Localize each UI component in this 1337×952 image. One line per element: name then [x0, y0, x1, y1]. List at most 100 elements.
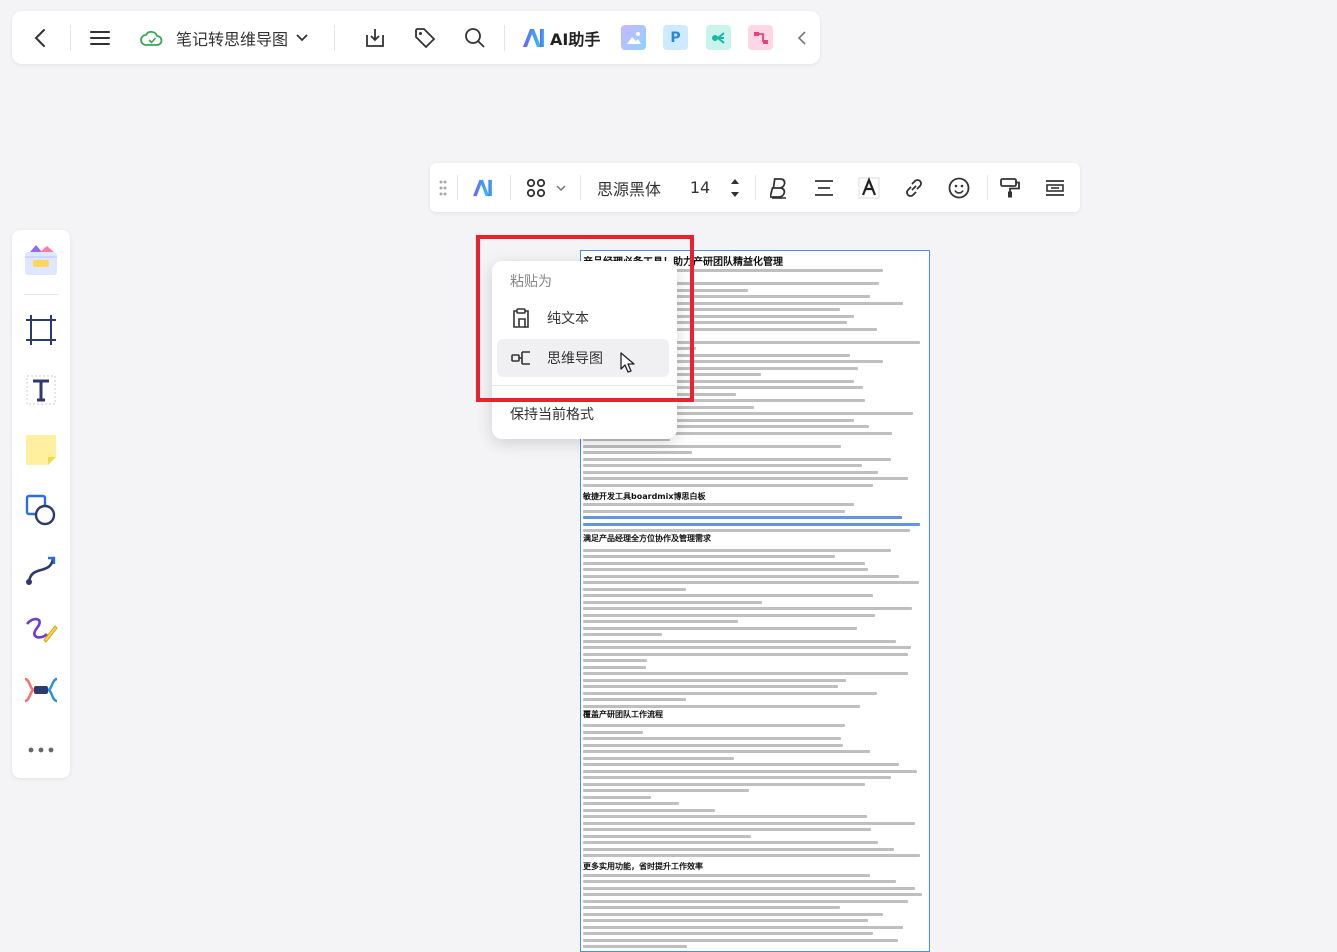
clipboard-icon [513, 308, 529, 328]
document-title-text: 笔记转思维导图 [176, 29, 289, 49]
menu-icon[interactable] [88, 11, 112, 64]
doc-text-line [583, 633, 662, 636]
doc-text-line [583, 763, 900, 766]
text-color-icon[interactable] [856, 163, 882, 212]
doc-text-line [583, 470, 878, 474]
doc-text-line [583, 730, 644, 734]
doc-text-line [583, 672, 908, 675]
templates-icon[interactable] [21, 240, 61, 280]
doc-text-line [583, 574, 900, 578]
doc-text-line [583, 737, 841, 740]
font-size-stepper-icon[interactable] [728, 163, 742, 212]
doc-text-line [583, 483, 873, 487]
emoji-icon[interactable] [946, 163, 972, 212]
shape-tool-icon[interactable] [21, 490, 61, 530]
more-tools-icon[interactable] [21, 730, 61, 770]
text-tool-icon[interactable] [21, 370, 61, 410]
doc-text-line [583, 821, 915, 825]
paste-plain-text-option[interactable]: 纯文本 [497, 299, 669, 337]
divider [580, 175, 581, 200]
ai-format-icon[interactable] [469, 163, 497, 212]
doc-text-line [583, 581, 920, 584]
collapse-chevron-icon[interactable] [794, 11, 810, 64]
paste-mindmap-option[interactable]: 思维导图 [497, 339, 669, 377]
layout-style-dropdown[interactable] [522, 163, 570, 212]
doc-text-line [583, 503, 855, 506]
doc-text-line [583, 555, 836, 558]
doc-text-line [583, 743, 843, 747]
doc-text-line [583, 808, 716, 812]
cloud-saved-icon [138, 11, 166, 64]
doc-text-line [583, 756, 734, 760]
doc-text-line [583, 724, 846, 727]
doc-text-line [583, 938, 898, 942]
font-family-select[interactable]: 思源黑体 [594, 163, 664, 212]
mouse-cursor-icon [620, 352, 635, 373]
doc-text-line [583, 906, 840, 909]
doc-text-line [583, 828, 871, 831]
doc-text-line [583, 685, 838, 688]
paste-plain-text-label: 纯文本 [547, 311, 589, 327]
doc-text-line [583, 919, 869, 922]
doc-text-line [583, 652, 908, 656]
doc-heading: 更多实用功能，省时提升工作效率 [583, 862, 703, 871]
ai-assistant-button[interactable]: AI助手 [522, 11, 600, 64]
doc-text-line [583, 880, 897, 883]
frame-tool-icon[interactable] [21, 310, 61, 350]
doc-text-line [583, 925, 904, 929]
doc-text-line [583, 769, 917, 773]
paste-as-header: 粘贴为 [510, 274, 552, 290]
doc-text-line [583, 802, 680, 805]
divider [492, 385, 677, 386]
doc-text-line [583, 782, 866, 786]
document-title[interactable]: 笔记转思维导图 [176, 11, 308, 64]
divider [510, 175, 511, 200]
doc-text-line [583, 912, 883, 916]
doc-text-line [583, 646, 912, 649]
doc-text-line [583, 561, 866, 565]
back-icon[interactable] [28, 11, 52, 64]
doc-text-line [583, 698, 686, 701]
doc-text-line [583, 548, 891, 552]
bold-icon[interactable] [766, 163, 792, 212]
connector-tool-icon[interactable] [21, 550, 61, 590]
divider [504, 25, 505, 51]
doc-text-line [583, 886, 916, 890]
doc-heading: 满足产品经理全方位协作及管理需求 [583, 534, 711, 543]
doc-text-line [583, 607, 912, 610]
more-format-icon[interactable] [1042, 163, 1068, 212]
doc-text-line [583, 639, 896, 643]
doc-text-line [583, 847, 894, 851]
mindmap-tool-icon[interactable] [21, 670, 61, 710]
tag-icon[interactable] [412, 11, 438, 64]
doc-text-line [583, 834, 751, 838]
align-center-icon[interactable] [811, 163, 837, 212]
mindmap-app-icon[interactable] [706, 25, 731, 50]
divider [24, 294, 58, 295]
drag-handle-icon[interactable] [436, 163, 450, 212]
top-toolbar: 笔记转思维导图 AI助手 P [12, 11, 820, 64]
doc-text-line [583, 600, 762, 604]
doc-text-line [583, 945, 688, 948]
doc-text-line [583, 678, 847, 682]
doc-text-line [583, 750, 871, 753]
pen-tool-icon[interactable] [21, 610, 61, 650]
presentation-app-icon[interactable]: P [663, 25, 688, 50]
keep-format-option[interactable]: 保持当前格式 [510, 404, 594, 424]
doc-text-line [583, 587, 687, 591]
font-size-value[interactable]: 14 [688, 163, 712, 212]
paste-mindmap-label: 思维导图 [547, 351, 603, 367]
download-icon[interactable] [362, 11, 388, 64]
format-painter-icon[interactable] [997, 163, 1023, 212]
doc-text-line [583, 854, 921, 857]
link-icon[interactable] [901, 163, 927, 212]
sticky-note-icon[interactable] [21, 430, 61, 470]
doc-text-line [583, 444, 842, 448]
doc-heading: 覆盖产研团队工作流程 [583, 710, 663, 719]
divider [457, 175, 458, 200]
search-icon[interactable] [462, 11, 488, 64]
divider [70, 25, 71, 51]
image-generator-icon[interactable] [621, 25, 646, 50]
divider [334, 25, 335, 51]
flowchart-app-icon[interactable] [748, 25, 773, 50]
